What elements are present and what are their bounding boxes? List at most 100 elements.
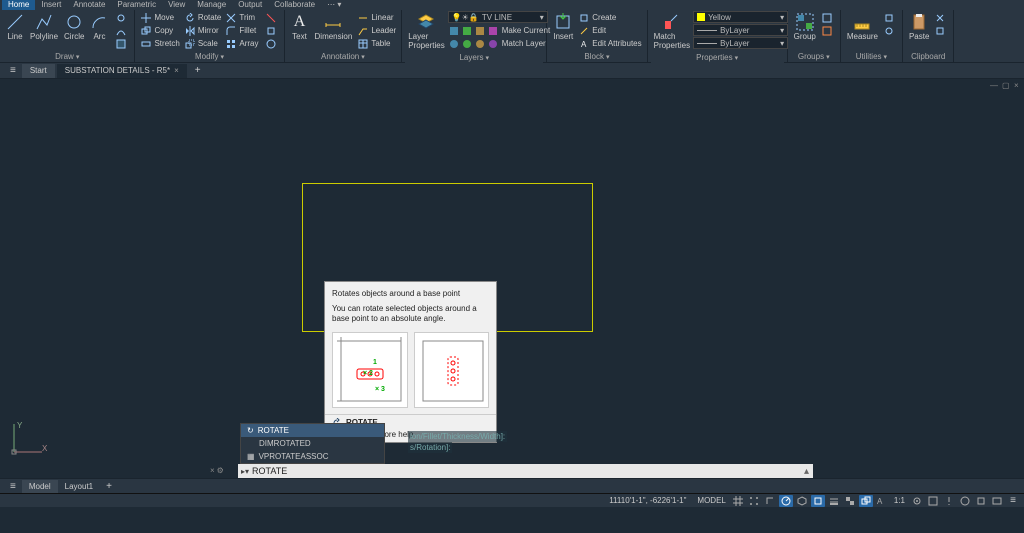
chevron-up-icon[interactable]: ▴ [800,466,813,477]
modify-extra-2[interactable] [263,24,281,37]
layer-tool-6[interactable] [461,37,473,50]
menu-tab-collaborate[interactable]: Collaborate [268,0,321,10]
autocomplete-item[interactable]: ↻ROTATE [241,424,384,437]
polar-toggle[interactable] [779,495,793,507]
draw-extra-3[interactable] [113,37,131,50]
minimize-icon[interactable]: — [990,81,998,89]
start-tab[interactable]: Start [22,64,55,78]
clean-screen-icon[interactable] [990,495,1004,507]
chevron-down-icon[interactable]: ▾ [606,54,610,61]
menu-tab-manage[interactable]: Manage [191,0,232,10]
group-tool-1[interactable] [819,11,837,24]
customize-status-icon[interactable]: ≡ [1006,495,1020,507]
circle-button[interactable]: Circle [61,11,87,43]
command-line[interactable]: ▸▾ ▴ [238,464,813,478]
edit-attributes-button[interactable]: AEdit Attributes [576,37,643,50]
coordinates-readout[interactable]: 11110'1-1", -6226'1-1" [609,496,686,505]
chevron-down-icon[interactable]: ▾ [76,54,80,61]
dimension-button[interactable]: Dimension [312,11,356,43]
osnap-toggle[interactable] [811,495,825,507]
isodraft-toggle[interactable] [795,495,809,507]
array-button[interactable]: Array [223,37,260,50]
workspace-icon[interactable] [926,495,940,507]
lineweight-toggle[interactable] [827,495,841,507]
layer-combo[interactable]: 💡 ☀ 🔒 TV LINE ▾ [448,11,548,23]
group-tool-2[interactable] [819,24,837,37]
layer-tool-4[interactable] [487,24,499,37]
doc-menu-icon[interactable]: ≡ [4,65,22,76]
line-button[interactable]: Line [3,11,27,43]
isolate-icon[interactable] [958,495,972,507]
draw-extra-1[interactable] [113,11,131,24]
edit-button[interactable]: Edit [576,24,643,37]
scale-readout[interactable]: 1:1 [891,496,908,505]
layer-tool-5[interactable] [448,37,460,50]
clip-tool-1[interactable] [932,11,950,24]
layer-tool-2[interactable] [461,24,473,37]
insert-button[interactable]: Insert [550,11,576,43]
customize-icon[interactable]: ⚙ [217,466,224,475]
util-tool-2[interactable] [881,24,899,37]
trim-button[interactable]: Trim [223,11,260,24]
paste-button[interactable]: Paste [906,11,932,43]
command-input[interactable] [252,466,800,476]
chevron-down-icon[interactable]: ▾ [485,55,489,62]
selection-cycling-toggle[interactable] [859,495,873,507]
transparency-toggle[interactable] [843,495,857,507]
hardware-accel-icon[interactable] [974,495,988,507]
polyline-button[interactable]: Polyline [27,11,61,43]
menu-tab-home[interactable]: Home [2,0,35,10]
group-button[interactable]: Group [791,11,819,43]
mirror-button[interactable]: Mirror [182,24,224,37]
autocomplete-item[interactable]: DIMROTATED [241,437,384,450]
create-button[interactable]: Create [576,11,643,24]
linetype-combo[interactable]: ByLayer▾ [693,24,788,36]
fillet-button[interactable]: Fillet [223,24,260,37]
menu-tab-annotate[interactable]: Annotate [67,0,111,10]
modify-extra-1[interactable] [263,11,281,24]
autocomplete-item[interactable]: ▦VPROTATEASSOC [241,450,384,463]
scale-button[interactable]: Scale [182,37,224,50]
match-layer-button[interactable]: Match Layer [500,37,548,50]
drawing-canvas[interactable]: — ▢ × Rotates objects around a base poin… [0,79,1024,478]
color-combo[interactable]: Yellow▾ [693,11,788,23]
chevron-down-icon[interactable]: ▾ [735,55,739,62]
layer-tool-7[interactable] [474,37,486,50]
measure-button[interactable]: Measure [844,11,881,43]
chevron-down-icon[interactable]: ▾ [221,54,225,61]
draw-extra-2[interactable] [113,24,131,37]
snap-toggle[interactable] [747,495,761,507]
layer-tool-1[interactable] [448,24,460,37]
clip-tool-2[interactable] [932,24,950,37]
layout1-tab[interactable]: Layout1 [58,480,100,493]
menu-tab-output[interactable]: Output [232,0,268,10]
menu-tab-parametric[interactable]: Parametric [111,0,162,10]
grid-toggle[interactable] [731,495,745,507]
table-button[interactable]: Table [355,37,398,50]
space-toggle[interactable]: MODEL [694,496,728,505]
drawing-tab[interactable]: SUBSTATION DETAILS - R5*× [57,64,187,78]
move-button[interactable]: Move [138,11,181,24]
annotation-scale-toggle[interactable]: A [875,495,889,507]
add-tab-button[interactable]: + [189,65,207,76]
lineweight-combo[interactable]: ByLayer▾ [693,37,788,49]
annotation-monitor-icon[interactable] [942,495,956,507]
util-tool-1[interactable] [881,11,899,24]
stretch-button[interactable]: Stretch [138,37,181,50]
modify-extra-3[interactable] [263,37,281,50]
text-button[interactable]: A Text [288,11,312,43]
layer-tool-8[interactable] [487,37,499,50]
close-icon[interactable]: × [1014,81,1022,89]
ortho-toggle[interactable] [763,495,777,507]
rotate-button[interactable]: Rotate [182,11,224,24]
layer-tool-3[interactable] [474,24,486,37]
leader-button[interactable]: Leader [355,24,398,37]
chevron-down-icon[interactable]: ▾ [361,54,365,61]
copy-button[interactable]: Copy [138,24,181,37]
add-layout-button[interactable]: + [100,481,118,492]
menu-overflow[interactable]: ⋯ ▾ [321,0,347,10]
menu-tab-insert[interactable]: Insert [35,0,67,10]
make-current-button[interactable]: Make Current [500,24,552,37]
match-properties-button[interactable]: Match Properties [651,11,693,52]
gear-icon[interactable] [910,495,924,507]
